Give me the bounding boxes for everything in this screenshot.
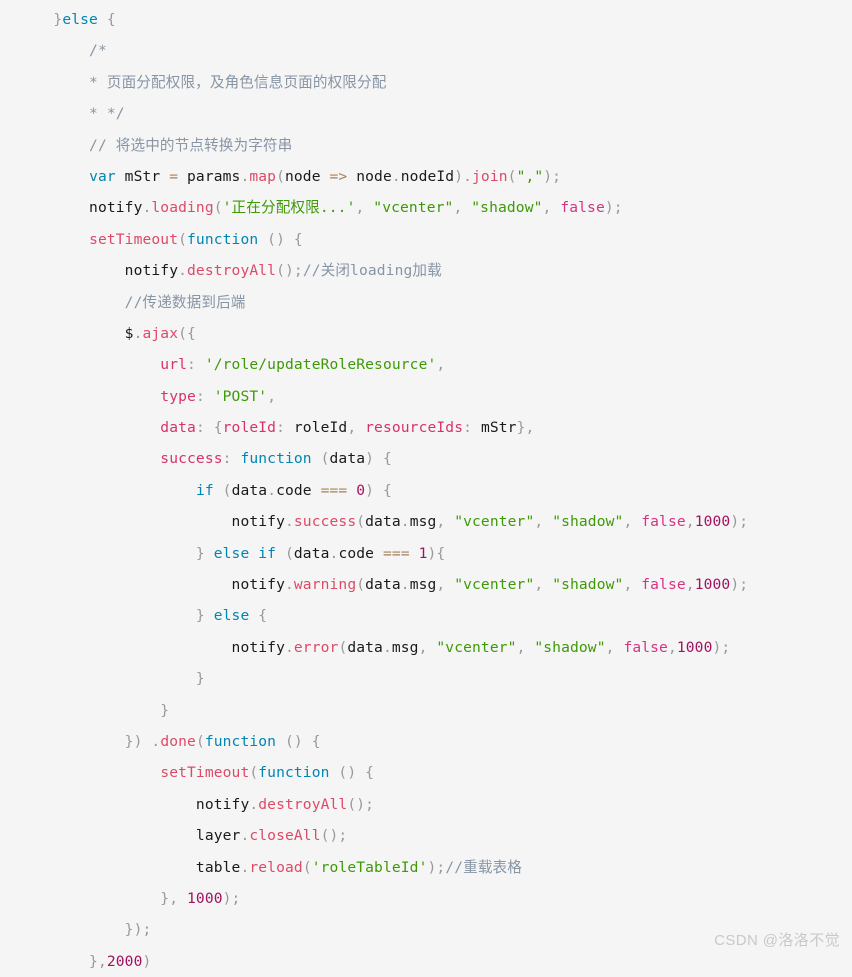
code-line: setTimeout(function () { — [89, 230, 303, 248]
code-line: layer.closeAll(); — [0, 827, 348, 845]
code-line: notify.error(data.msg, "vcenter", "shado… — [0, 638, 731, 656]
code-line: /* — [0, 42, 107, 60]
code-line: success: function (data) { — [0, 450, 392, 468]
code-line: //传递数据到后端 — [0, 293, 246, 311]
csdn-watermark: CSDN @洛洛不觉 — [714, 932, 840, 949]
code-line: setTimeout(function () { — [160, 764, 375, 782]
code-line: }) .done(function () { — [0, 732, 321, 750]
code-line: type: 'POST', — [0, 387, 277, 405]
code-line: $.ajax({ — [0, 324, 196, 342]
code-line: var mStr = params.map(node => node.nodeI… — [89, 167, 562, 185]
code-line: } — [0, 670, 205, 688]
code-block: }else { /* * 页面分配权限，及角色信息页面的权限分配 * */ //… — [0, 0, 852, 970]
code-line: * */ — [0, 105, 125, 123]
code-line: }else { — [0, 11, 116, 28]
code-line: notify.warning(data.msg, "vcenter", "sha… — [0, 576, 749, 594]
code-line: url: '/role/updateRoleResource', — [0, 356, 446, 374]
code-line: } else { — [0, 607, 268, 625]
code-line: }, 1000); — [0, 889, 241, 907]
code-line: notify.destroyAll();//关闭loading加载 — [0, 262, 442, 280]
code-line: },2000) — [0, 952, 152, 970]
code-line: * 页面分配权限，及角色信息页面的权限分配 — [0, 73, 387, 91]
code-line: } else if (data.code === 1){ — [0, 544, 446, 562]
code-line: } — [0, 701, 170, 719]
code-line: notify.destroyAll(); — [0, 795, 375, 813]
code-line: if (data.code === 0) { — [195, 481, 392, 499]
code-line: table.reload('roleTableId');//重载表格 — [0, 858, 522, 876]
code-line: notify.loading('正在分配权限...', "vcenter", "… — [0, 199, 623, 217]
code-line: notify.success(data.msg, "vcenter", "sha… — [0, 513, 749, 531]
code-line: // 将选中的节点转换为字符串 — [0, 136, 293, 154]
code-line: data: {roleId: roleId, resourceIds: mStr… — [0, 419, 535, 437]
